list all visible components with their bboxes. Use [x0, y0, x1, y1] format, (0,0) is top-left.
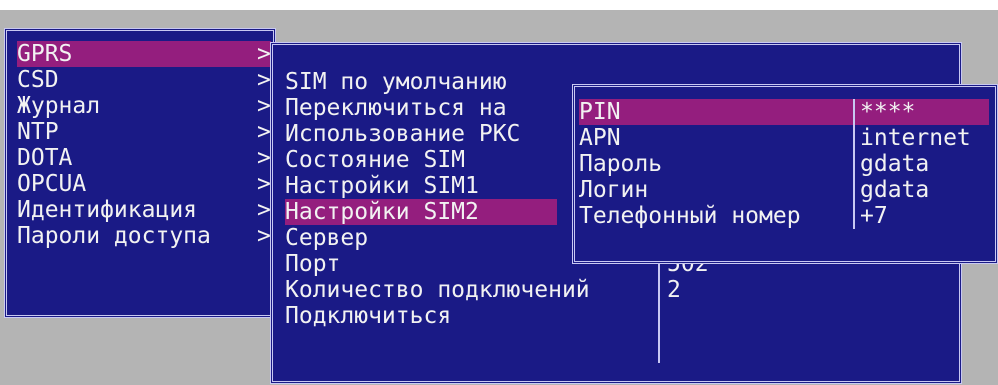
gprs-item-server[interactable]: Сервер [285, 225, 368, 251]
submenu-arrow-icon: > [257, 145, 271, 171]
sim2-settings-panel: PIN **** APN internet Пароль gdata Логин… [572, 84, 998, 264]
submenu-arrow-icon: > [257, 171, 271, 197]
sim2-password-value: gdata [860, 151, 930, 177]
menu-item-ntp[interactable]: NTP [17, 119, 59, 145]
submenu-arrow-icon: > [257, 93, 271, 119]
gprs-item-default-sim[interactable]: SIM по умолчанию [285, 69, 507, 95]
gprs-item-port[interactable]: Порт [285, 251, 340, 277]
submenu-arrow-icon: > [257, 119, 271, 145]
gprs-item-connection-count[interactable]: Количество подключений [285, 277, 590, 303]
submenu-arrow-icon: > [257, 223, 271, 249]
gprs-connection-count-value: 2 [667, 277, 681, 303]
sim2-password-label[interactable]: Пароль [579, 151, 662, 177]
menu-item-journal[interactable]: Журнал [17, 93, 100, 119]
menu-item-identification[interactable]: Идентификация [17, 197, 197, 223]
menu-item-opcua[interactable]: OPCUA [17, 171, 86, 197]
sim2-login-value: gdata [860, 177, 930, 203]
gprs-item-sim1-settings[interactable]: Настройки SIM1 [285, 173, 479, 199]
submenu-arrow-icon: > [257, 67, 271, 93]
sim2-phone-value: +7 [860, 203, 888, 229]
sim2-value-divider [853, 99, 855, 229]
sim2-row-pin-highlight[interactable] [579, 99, 989, 125]
menu-item-dota[interactable]: DOTA [17, 145, 72, 171]
sim2-login-label[interactable]: Логин [579, 177, 648, 203]
gprs-item-connect[interactable]: Подключиться [285, 303, 451, 329]
sim2-phone-label[interactable]: Телефонный номер [579, 203, 801, 229]
menu-item-access-passwords[interactable]: Пароли доступа [17, 223, 211, 249]
submenu-arrow-icon: > [257, 41, 271, 67]
submenu-arrow-icon: > [257, 197, 271, 223]
gprs-item-sim2-settings[interactable]: Настройки SIM2 [285, 199, 557, 225]
terminal-screen: GPRS > CSD > Журнал > NTP > DOTA > OPCUA… [0, 0, 998, 385]
gprs-item-sim-state[interactable]: Состояние SIM [285, 147, 465, 173]
main-menu-panel: GPRS > CSD > Журнал > NTP > DOTA > OPCUA… [4, 28, 276, 318]
sim2-apn-value: internet [860, 125, 971, 151]
menu-item-csd[interactable]: CSD [17, 67, 59, 93]
gprs-item-switch-to[interactable]: Переключиться на [285, 95, 507, 121]
gprs-item-rks-usage[interactable]: Использование РКС [285, 121, 520, 147]
menu-item-gprs[interactable]: GPRS [17, 41, 271, 67]
sim2-apn-label[interactable]: APN [579, 125, 621, 151]
sim2-pin-label: PIN [579, 99, 621, 125]
sim2-pin-value: **** [860, 99, 916, 125]
